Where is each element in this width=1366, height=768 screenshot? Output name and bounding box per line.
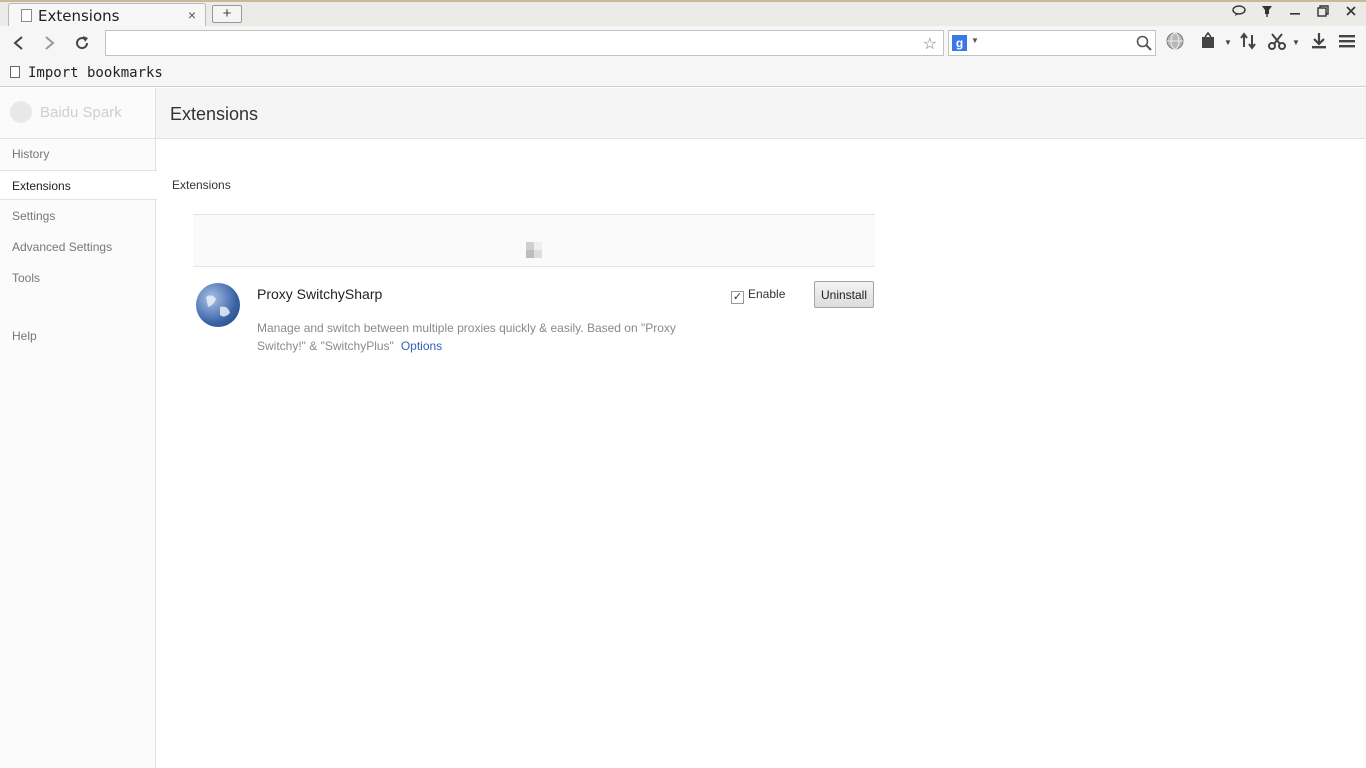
sidebar-item-history[interactable]: History <box>0 139 156 169</box>
uninstall-button[interactable]: Uninstall <box>814 281 874 308</box>
sidebar: Baidu Spark History Extensions Settings … <box>0 88 157 768</box>
extension-item: Proxy SwitchySharp Manage and switch bet… <box>193 268 875 368</box>
address-bar[interactable]: ☆ <box>105 30 944 56</box>
bookmarks-bar: Import bookmarks <box>0 60 1366 87</box>
minimize-icon[interactable] <box>1285 5 1305 20</box>
tab-title: Extensions <box>38 7 120 25</box>
brand-name: Baidu Spark <box>40 104 122 121</box>
enable-checkbox[interactable]: ✓ <box>731 291 744 304</box>
chevron-down-icon[interactable]: ▼ <box>1284 31 1308 55</box>
extension-description-text: Manage and switch between multiple proxi… <box>257 321 676 353</box>
brand: Baidu Spark <box>0 88 156 139</box>
search-icon[interactable] <box>1135 34 1153 52</box>
extension-options-link[interactable]: Options <box>401 339 442 353</box>
reload-button[interactable] <box>68 30 96 56</box>
close-tab-icon[interactable]: × <box>188 7 196 23</box>
sidebar-item-advanced-settings[interactable]: Advanced Settings <box>0 232 156 262</box>
tab-extensions[interactable]: Extensions × <box>8 3 206 28</box>
enable-toggle[interactable]: ✓ Enable <box>731 287 785 304</box>
enable-label: Enable <box>748 287 786 301</box>
import-bookmarks-icon <box>10 66 20 78</box>
brand-logo-icon <box>10 101 32 123</box>
forward-button[interactable] <box>35 30 63 56</box>
search-engine-icon[interactable]: g <box>952 35 967 51</box>
chevron-down-icon[interactable]: ▼ <box>971 36 979 45</box>
menu-icon[interactable] <box>1335 31 1359 55</box>
sidebar-item-help[interactable]: Help <box>0 321 156 351</box>
new-tab-button[interactable]: + <box>212 5 242 23</box>
globe-icon[interactable] <box>1163 31 1187 55</box>
loading-spinner-icon <box>526 242 542 258</box>
search-box[interactable]: g ▼ <box>948 30 1156 56</box>
bookmark-star-icon[interactable]: ☆ <box>923 34 937 54</box>
import-bookmarks-link[interactable]: Import bookmarks <box>28 65 163 81</box>
sidebar-item-extensions[interactable]: Extensions <box>0 170 157 200</box>
loading-area <box>193 214 875 267</box>
sidebar-item-tools[interactable]: Tools <box>0 263 156 293</box>
page-icon <box>21 9 32 22</box>
page-title: Extensions <box>170 104 259 124</box>
download-icon[interactable] <box>1307 31 1331 55</box>
page-header: Extensions <box>156 88 1366 139</box>
back-button[interactable] <box>5 30 33 56</box>
extension-name: Proxy SwitchySharp <box>257 286 383 302</box>
toolbar: ☆ g ▼ ▼ ▼ <box>0 26 1366 60</box>
feedback-icon[interactable] <box>1229 5 1249 20</box>
restore-icon[interactable] <box>1313 5 1333 20</box>
close-window-icon[interactable] <box>1341 5 1361 20</box>
tab-strip: Extensions × + <box>0 0 1366 28</box>
sidebar-item-settings[interactable]: Settings <box>0 201 156 231</box>
sync-arrows-icon[interactable] <box>1236 31 1260 55</box>
globe-icon <box>196 283 240 327</box>
section-title: Extensions <box>172 178 231 192</box>
extension-description: Manage and switch between multiple proxi… <box>257 319 697 355</box>
pin-icon[interactable] <box>1257 5 1277 20</box>
